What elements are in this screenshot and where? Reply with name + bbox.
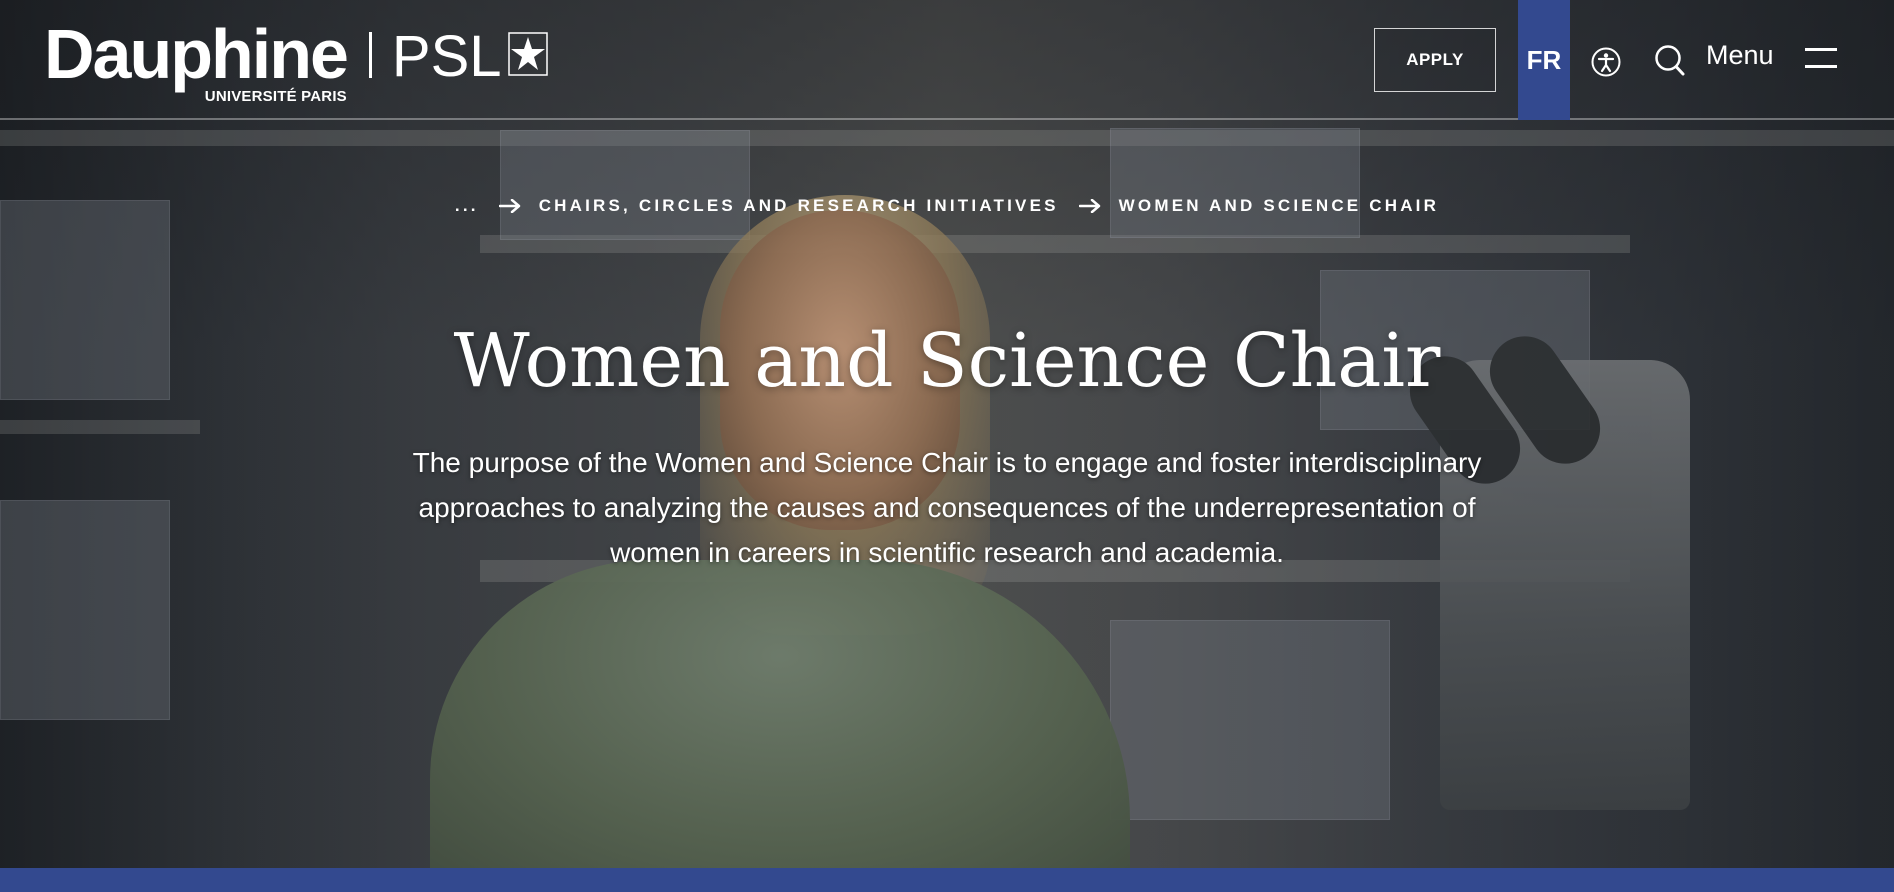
bottom-accent-band xyxy=(0,868,1894,892)
arrow-right-icon xyxy=(498,199,520,213)
logo-wordmark: Dauphine xyxy=(44,15,349,93)
shelf xyxy=(0,420,200,434)
breadcrumb-item-ellipsis[interactable]: ... xyxy=(455,196,479,216)
logo-psl: PSL xyxy=(391,24,502,89)
psl-star-icon xyxy=(507,32,548,76)
menu-button[interactable]: Menu xyxy=(1706,40,1774,71)
search-icon[interactable] xyxy=(1654,44,1686,78)
site-header: Dauphine UNIVERSITÉ PARIS PSL APPLY FR M… xyxy=(0,0,1894,120)
storage-box xyxy=(1110,128,1360,238)
shelf xyxy=(0,130,1894,146)
breadcrumb-item-current: WOMEN AND SCIENCE CHAIR xyxy=(1118,196,1440,215)
logo-divider xyxy=(368,32,372,78)
storage-box xyxy=(500,130,750,240)
language-switch-button[interactable]: FR xyxy=(1518,0,1570,120)
storage-box xyxy=(1110,620,1390,820)
microscope xyxy=(1396,322,1690,810)
page-title: Women and Science Chair xyxy=(453,318,1441,404)
storage-box xyxy=(0,500,170,720)
apply-button[interactable]: APPLY xyxy=(1374,28,1496,92)
breadcrumb: ... CHAIRS, CIRCLES AND RESEARCH INITIAT… xyxy=(0,196,1894,216)
arrow-right-icon xyxy=(1078,199,1100,213)
dauphine-logo: Dauphine UNIVERSITÉ PARIS xyxy=(44,15,349,105)
hamburger-menu-icon[interactable] xyxy=(1805,48,1837,70)
site-logo[interactable]: Dauphine UNIVERSITÉ PARIS PSL xyxy=(44,15,548,105)
accessibility-icon[interactable] xyxy=(1591,47,1621,77)
menu-line xyxy=(1805,48,1837,51)
page-intro: The purpose of the Women and Science Cha… xyxy=(412,447,1482,568)
breadcrumb-item-chairs[interactable]: CHAIRS, CIRCLES AND RESEARCH INITIATIVES xyxy=(539,196,1059,216)
researcher-figure xyxy=(430,560,1130,868)
logo-subtitle: UNIVERSITÉ PARIS xyxy=(204,88,347,105)
hero-background-image xyxy=(0,0,1894,868)
menu-line xyxy=(1805,65,1837,68)
